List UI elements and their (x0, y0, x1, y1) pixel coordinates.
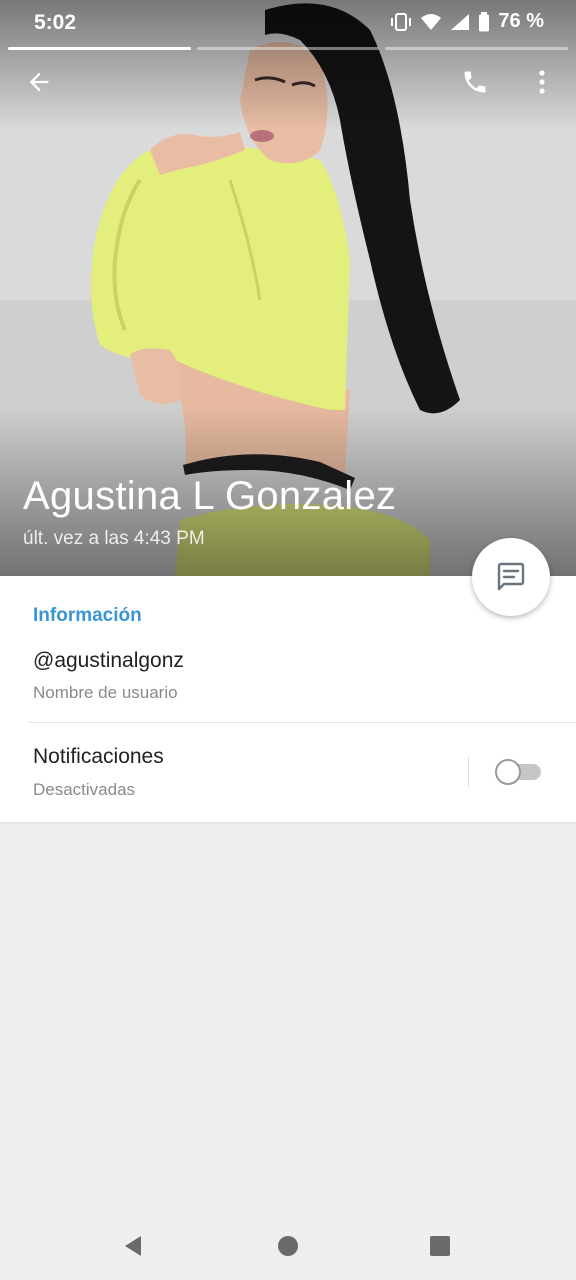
status-bar: 5:02 76 % (0, 0, 576, 44)
battery-icon (478, 11, 490, 32)
nav-home-button[interactable] (266, 1224, 310, 1268)
vibrate-icon (390, 12, 412, 31)
notifications-status: Desactivadas (33, 780, 136, 799)
signal-icon (450, 13, 470, 31)
section-title: Información (33, 605, 142, 626)
vertical-divider (468, 757, 469, 787)
photo-progress-bars (8, 47, 569, 51)
system-navigation-bar (0, 1200, 576, 1280)
username-value: @agustinalgonz (33, 649, 184, 672)
profile-name: Agustina L Gonzalez (23, 474, 397, 518)
more-options-button[interactable] (518, 58, 566, 106)
info-section: Información @agustinalgonz Nombre de usu… (0, 576, 576, 822)
username-row[interactable]: @agustinalgonz Nombre de usuario (0, 636, 576, 722)
phone-icon (464, 71, 486, 93)
toggle-knob (495, 759, 521, 785)
last-seen-status: últ. vez a las 4:43 PM (23, 528, 205, 549)
notifications-toggle[interactable] (495, 759, 542, 785)
wifi-icon (420, 13, 442, 31)
nav-back-button[interactable] (111, 1224, 155, 1268)
notifications-row[interactable]: Notificaciones Desactivadas (0, 723, 576, 822)
photo-progress-bar (385, 47, 569, 50)
home-circle-icon (278, 1236, 298, 1256)
send-message-button[interactable] (472, 538, 550, 616)
recents-square-icon (430, 1236, 450, 1256)
nav-recents-button[interactable] (418, 1224, 462, 1268)
username-label: Nombre de usuario (33, 683, 178, 702)
status-icons: 76 % (390, 10, 544, 33)
back-triangle-icon (125, 1236, 141, 1256)
photo-progress-bar (196, 47, 380, 50)
battery-percent: 76 % (498, 10, 544, 32)
photo-progress-bar (8, 47, 191, 50)
notifications-title: Notificaciones (33, 745, 164, 768)
message-icon (497, 562, 525, 591)
back-button[interactable] (15, 58, 63, 106)
call-button[interactable] (451, 58, 499, 106)
back-arrow-icon (29, 72, 49, 92)
more-vert-icon (539, 70, 545, 94)
status-time: 5:02 (34, 11, 77, 34)
